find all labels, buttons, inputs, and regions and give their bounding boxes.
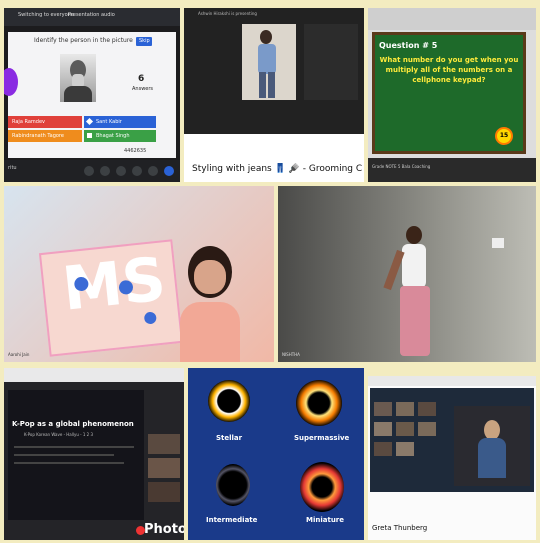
artwork-sheet: MS xyxy=(38,239,184,357)
quiz-question: Identify the person in the picture xyxy=(34,37,133,44)
dance-screenshot: NISHTHA xyxy=(278,186,536,362)
speaker-name: Greta Thunberg xyxy=(372,524,428,532)
wall-switch xyxy=(492,238,504,248)
answer-count: 6 xyxy=(138,74,145,84)
kpop-title: K-Pop as a global phenomenon xyxy=(12,420,134,428)
video-grid xyxy=(370,388,534,492)
present-icon[interactable] xyxy=(116,166,126,176)
skip-button[interactable]: Skip xyxy=(136,37,152,46)
meeting-code: 4462635 xyxy=(124,148,147,154)
blackholes-screenshot: Stellar Supermassive Intermediate Miniat… xyxy=(188,368,364,540)
participant-name: NISHTHA xyxy=(282,352,300,357)
question-text: What number do you get when you multiply… xyxy=(379,56,519,84)
answer-label: Answers xyxy=(132,86,154,92)
greta-screenshot: Greta Thunberg xyxy=(368,376,536,540)
photogrid-watermark: PhotoGrid xyxy=(144,522,184,537)
option-2[interactable]: Sant Kabir xyxy=(84,116,156,128)
stellar-blackhole xyxy=(208,380,250,422)
participant-thumb-3 xyxy=(148,482,180,502)
kpop-screenshot: K-Pop as a global phenomenon K-Pop Korea… xyxy=(4,368,184,540)
chalkboard-slide: Question # 5 What number do you get when… xyxy=(372,32,526,154)
option-1[interactable]: Raja Ramdev xyxy=(8,116,82,128)
video-feed xyxy=(242,24,296,100)
option-4[interactable]: Bhagat Singh xyxy=(84,130,156,142)
more-icon[interactable] xyxy=(132,166,142,176)
participant-thumb-2 xyxy=(148,458,180,478)
label-intermediate: Intermediate xyxy=(206,516,258,524)
miniature-blackhole xyxy=(300,462,344,512)
option-1-label: Raja Ramdev xyxy=(12,119,45,125)
art-screenshot: MS Aarohi Jain xyxy=(4,186,274,362)
intermediate-blackhole xyxy=(216,464,250,506)
skip-button-label: Skip xyxy=(139,38,150,44)
question-screenshot: Question # 5 What number do you get when… xyxy=(368,8,536,182)
dancer xyxy=(383,226,440,362)
meeting-controls: ritu 4462635 xyxy=(4,148,180,182)
grooming-screenshot: Ashwin Hirakshi is presenting Styling wi… xyxy=(184,8,364,182)
end-call-icon[interactable] xyxy=(164,166,174,176)
side-panel xyxy=(304,24,358,100)
option-4-label: Bhagat Singh xyxy=(96,133,130,139)
browser-top-bar: Switching to everyone Presentation audio xyxy=(4,8,180,26)
meeting-user: ritu xyxy=(8,165,17,171)
quiz-screenshot: Switching to everyone Presentation audio… xyxy=(4,8,180,182)
footer-text: Grade NOTE 5 Bala Coaching xyxy=(372,164,431,169)
speaker-video xyxy=(454,406,530,486)
video-area: Ashwin Hirakshi is presenting xyxy=(184,8,364,134)
question-title: Question # 5 xyxy=(379,41,438,50)
kpop-slide: K-Pop as a global phenomenon K-Pop Korea… xyxy=(8,390,144,520)
label-stellar: Stellar xyxy=(216,434,243,442)
chat-icon[interactable] xyxy=(148,166,158,176)
timer-badge: 15 xyxy=(495,127,513,145)
participant-person xyxy=(180,246,240,362)
participant-thumb-1 xyxy=(148,434,180,454)
presenting-label: Ashwin Hirakshi is presenting xyxy=(198,11,257,16)
supermassive-blackhole xyxy=(296,380,342,426)
label-miniature: Miniature xyxy=(306,516,345,524)
participant-name: Aarohi Jain xyxy=(8,352,30,357)
question-footer: Grade NOTE 5 Bala Coaching xyxy=(368,158,536,182)
timer-circle xyxy=(4,68,18,96)
label-supermassive: Supermassive xyxy=(294,434,350,442)
mic-icon[interactable] xyxy=(84,166,94,176)
portrait-image xyxy=(60,54,96,102)
kpop-subtitle: K-Pop Korean Wave - Hallyu - 1 2 3 xyxy=(24,432,94,437)
option-3-label: Rabindranath Tagore xyxy=(12,133,64,139)
quiz-slide: Identify the person in the picture Skip … xyxy=(4,32,176,158)
option-2-label: Sant Kabir xyxy=(96,119,122,125)
tab-presentation-audio[interactable]: Presentation audio xyxy=(68,12,115,18)
video-caption: Styling with jeans 👖 🪮 - Grooming C xyxy=(192,164,363,174)
tab-switching[interactable]: Switching to everyone xyxy=(18,12,74,18)
option-3[interactable]: Rabindranath Tagore xyxy=(8,130,82,142)
camera-icon[interactable] xyxy=(100,166,110,176)
